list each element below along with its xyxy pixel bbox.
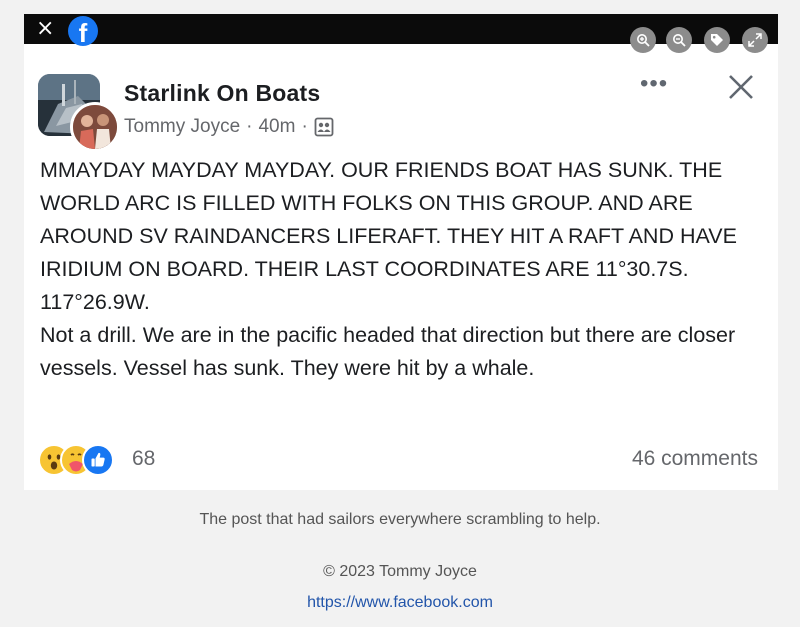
zoom-in-icon[interactable] bbox=[630, 27, 656, 53]
zoom-out-icon[interactable] bbox=[666, 27, 692, 53]
author-avatar[interactable] bbox=[70, 102, 120, 152]
expand-icon[interactable] bbox=[742, 27, 768, 53]
reaction-count[interactable]: 68 bbox=[132, 447, 155, 471]
facebook-post-card: × f Starlink On Boats Tommy Joyce · 40m … bbox=[24, 14, 778, 490]
image-caption: The post that had sailors everywhere scr… bbox=[199, 511, 601, 528]
post-meta: Tommy Joyce · 40m · bbox=[124, 116, 334, 138]
meta-separator: · bbox=[301, 116, 308, 137]
post-text: MMAYDAY MAYDAY MAYDAY. OUR FRIENDS BOAT … bbox=[40, 154, 774, 385]
more-options-icon[interactable]: ••• bbox=[640, 72, 668, 96]
source-link[interactable]: https://www.facebook.com bbox=[0, 594, 800, 612]
post-text-uppercase: MMAYDAY MAYDAY MAYDAY. OUR FRIENDS BOAT … bbox=[40, 158, 743, 314]
meta-separator: · bbox=[246, 116, 253, 137]
tag-icon[interactable] bbox=[704, 27, 730, 53]
copyright-notice: © 2023 Tommy Joyce bbox=[323, 563, 477, 580]
group-name[interactable]: Starlink On Boats bbox=[124, 80, 320, 107]
group-avatar[interactable] bbox=[38, 74, 126, 152]
group-members-icon bbox=[314, 117, 334, 137]
reactions-summary[interactable] bbox=[38, 444, 138, 476]
post-timestamp[interactable]: 40m bbox=[258, 116, 295, 138]
viewer-toolbar: × f bbox=[24, 14, 778, 48]
like-reaction-icon bbox=[82, 444, 114, 476]
close-viewer-icon[interactable]: × bbox=[36, 17, 54, 41]
author-name[interactable]: Tommy Joyce bbox=[124, 116, 240, 138]
comments-count[interactable]: 46 comments bbox=[632, 447, 758, 471]
post-text-lowercase: Not a drill. We are in the pacific heade… bbox=[40, 323, 742, 380]
facebook-logo-icon: f bbox=[68, 16, 98, 48]
close-icon[interactable] bbox=[726, 72, 756, 102]
